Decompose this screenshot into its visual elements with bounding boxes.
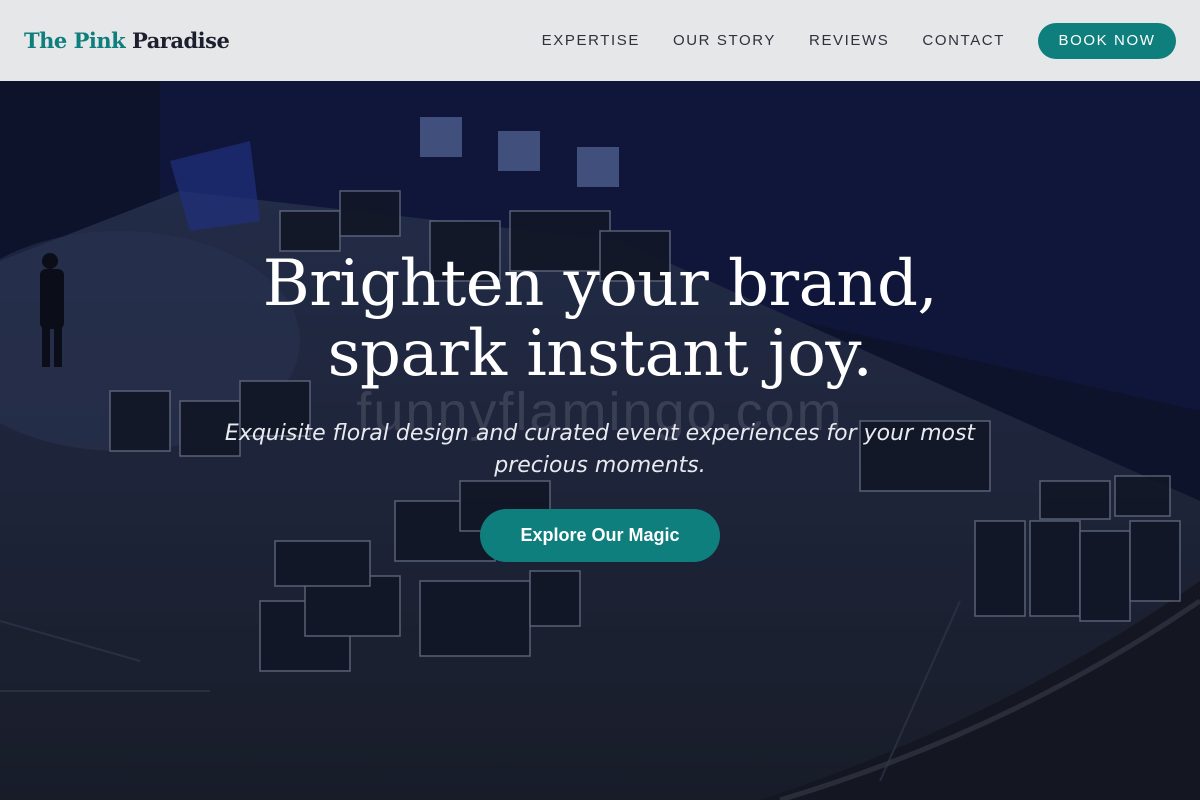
nav-link-contact[interactable]: CONTACT bbox=[922, 32, 1005, 49]
nav-link-our-story[interactable]: OUR STORY bbox=[673, 32, 776, 49]
nav-link-reviews[interactable]: REVIEWS bbox=[809, 32, 889, 49]
explore-button[interactable]: Explore Our Magic bbox=[480, 509, 720, 562]
nav-link-expertise[interactable]: EXPERTISE bbox=[542, 32, 640, 49]
logo-part-2: Paradise bbox=[131, 28, 230, 53]
book-now-button[interactable]: BOOK NOW bbox=[1038, 22, 1176, 59]
site-header: The Pink Paradise EXPERTISE OUR STORY RE… bbox=[0, 0, 1200, 81]
logo-part-1: The Pink bbox=[24, 28, 126, 53]
hero-title: Brighten your brand, spark instant joy. bbox=[100, 249, 1100, 389]
hero-section: funnyflamingo.com Brighten your brand, s… bbox=[0, 81, 1200, 800]
hero-title-line-1: Brighten your brand, bbox=[262, 247, 938, 321]
main-nav: EXPERTISE OUR STORY REVIEWS CONTACT BOOK… bbox=[509, 22, 1176, 59]
hero-subtitle: Exquisite floral design and curated even… bbox=[224, 421, 976, 478]
brand-logo[interactable]: The Pink Paradise bbox=[24, 28, 230, 53]
hero-content: funnyflamingo.com Brighten your brand, s… bbox=[0, 81, 1200, 800]
hero-title-line-2: spark instant joy. bbox=[327, 317, 873, 391]
